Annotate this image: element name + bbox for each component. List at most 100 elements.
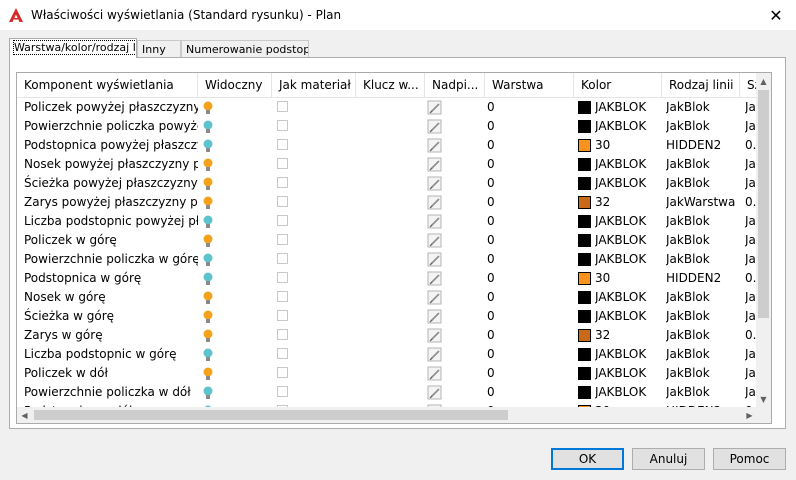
layer-value[interactable]: 0 [487, 193, 574, 212]
as-material-checkbox[interactable] [277, 120, 288, 131]
layer-value[interactable]: 0 [487, 98, 574, 117]
scroll-up-icon[interactable]: ▲ [756, 73, 771, 89]
color-value[interactable]: JAKBLOK [595, 212, 662, 231]
lightbulb-icon[interactable] [203, 272, 213, 286]
style-override-icon[interactable] [427, 366, 443, 381]
table-row[interactable]: Ścieżka w górę0JAKBLOKJakBlokJak [17, 307, 757, 326]
layer-value[interactable]: 0 [487, 231, 574, 250]
scroll-left-icon[interactable]: ◀ [17, 407, 32, 423]
style-override-icon[interactable] [427, 176, 443, 191]
style-override-icon[interactable] [427, 252, 443, 267]
layer-value[interactable]: 0 [487, 345, 574, 364]
table-row[interactable]: Podstopnica powyżej płaszczyzny przekroj… [17, 136, 757, 155]
layer-value[interactable]: 0 [487, 269, 574, 288]
header-col-as-material[interactable]: Jak materiał [272, 73, 356, 97]
horizontal-scroll-thumb[interactable] [34, 410, 508, 420]
table-row[interactable]: Ścieżka powyżej płaszczyzny przekroju 0 JA… [17, 174, 757, 193]
color-value[interactable]: 32 [595, 193, 662, 212]
style-override-icon[interactable] [427, 328, 443, 343]
color-swatch[interactable] [578, 196, 591, 209]
lightbulb-icon[interactable] [203, 139, 213, 153]
scroll-right-icon[interactable]: ▶ [742, 407, 757, 423]
color-swatch[interactable] [578, 386, 591, 399]
table-row[interactable]: Liczba podstopnic w górę 0 JAKBLOK JakBlok J… [17, 345, 757, 364]
linetype-value[interactable]: HIDDEN2 [666, 136, 740, 155]
linetype-value[interactable]: JakBlok [666, 174, 740, 193]
layer-value[interactable]: 0 [487, 383, 574, 402]
tab-other[interactable]: Inny [137, 40, 181, 58]
layer-value[interactable]: 0 [487, 326, 574, 345]
style-override-icon[interactable] [427, 233, 443, 248]
style-override-icon[interactable] [427, 214, 443, 229]
color-value[interactable]: 32 [595, 326, 662, 345]
linetype-value[interactable]: JakBlok [666, 326, 740, 345]
linetype-value[interactable]: JakBlok [666, 98, 740, 117]
table-row[interactable]: Policzek w górę0JAKBLOKJakBlokJak [17, 231, 757, 250]
header-col-layer[interactable]: Warstwa [485, 73, 574, 97]
layer-value[interactable]: 0 [487, 364, 574, 383]
as-material-checkbox[interactable] [277, 177, 288, 188]
as-material-checkbox[interactable] [277, 310, 288, 321]
style-override-icon[interactable] [427, 309, 443, 324]
linetype-value[interactable]: JakBlok [666, 288, 740, 307]
color-swatch[interactable] [578, 291, 591, 304]
help-button[interactable]: Pomoc [713, 448, 786, 470]
vertical-scrollbar[interactable]: ▲ ▼ [756, 73, 771, 407]
as-material-checkbox[interactable] [277, 386, 288, 397]
close-button[interactable]: ✕ [756, 0, 796, 30]
table-row[interactable]: Podstopnica w górę030HIDDEN20.1 [17, 269, 757, 288]
as-material-checkbox[interactable] [277, 329, 288, 340]
color-swatch[interactable] [578, 329, 591, 342]
vertical-scroll-thumb[interactable] [758, 90, 769, 318]
color-swatch[interactable] [578, 234, 591, 247]
table-row[interactable]: Policzek powyżej płaszczyzny przekroju 0 J… [17, 98, 757, 117]
color-swatch[interactable] [578, 177, 591, 190]
layer-value[interactable]: 0 [487, 136, 574, 155]
lightbulb-icon[interactable] [203, 348, 213, 362]
horizontal-scrollbar[interactable]: ◀ ▶ [17, 407, 757, 423]
style-override-icon[interactable] [427, 100, 443, 115]
color-value[interactable]: 30 [595, 136, 662, 155]
color-swatch[interactable] [578, 101, 591, 114]
color-swatch[interactable] [578, 139, 591, 152]
as-material-checkbox[interactable] [277, 196, 288, 207]
linetype-value[interactable]: JakBlok [666, 155, 740, 174]
header-col-component[interactable]: Komponent wyświetlania [17, 73, 198, 97]
lightbulb-icon[interactable] [203, 215, 213, 229]
header-col-visible[interactable]: Widoczny [198, 73, 272, 97]
linetype-value[interactable]: HIDDEN2 [666, 269, 740, 288]
layer-value[interactable]: 0 [487, 155, 574, 174]
table-row[interactable]: Powierzchnie policzka w górę 0 JAKBLOK JakB… [17, 250, 757, 269]
color-value[interactable]: JAKBLOK [595, 155, 662, 174]
header-col-linetype[interactable]: Rodzaj linii [662, 73, 740, 97]
linetype-value[interactable]: JakWarstwa [666, 193, 740, 212]
as-material-checkbox[interactable] [277, 234, 288, 245]
table-row[interactable]: Nosek powyżej płaszczyzny przekroju 0 JAKB… [17, 155, 757, 174]
linetype-value[interactable]: JakBlok [666, 117, 740, 136]
color-swatch[interactable] [578, 367, 591, 380]
color-swatch[interactable] [578, 158, 591, 171]
linetype-value[interactable]: JakBlok [666, 364, 740, 383]
as-material-checkbox[interactable] [277, 348, 288, 359]
lightbulb-icon[interactable] [203, 234, 213, 248]
linetype-value[interactable]: JakBlok [666, 383, 740, 402]
style-override-icon[interactable] [427, 157, 443, 172]
table-row[interactable]: Liczba podstopnic powyżej płaszczyzny pr… [17, 212, 757, 231]
color-value[interactable]: JAKBLOK [595, 383, 662, 402]
table-row[interactable]: Zarys powyżej płaszczyzny przekroju 0 32Ja… [17, 193, 757, 212]
linetype-value[interactable]: JakBlok [666, 212, 740, 231]
lightbulb-icon[interactable] [203, 196, 213, 210]
ok-button[interactable]: OK [551, 448, 624, 470]
lightbulb-icon[interactable] [203, 329, 213, 343]
color-value[interactable]: JAKBLOK [595, 117, 662, 136]
lightbulb-icon[interactable] [203, 120, 213, 134]
linetype-value[interactable]: JakBlok [666, 250, 740, 269]
scroll-down-icon[interactable]: ▼ [756, 391, 771, 407]
color-value[interactable]: 30 [595, 269, 662, 288]
color-value[interactable]: JAKBLOK [595, 288, 662, 307]
style-override-icon[interactable] [427, 347, 443, 362]
tab-layer-color-linetype[interactable]: Warstwa/kolor/rodzaj linii [9, 38, 137, 58]
color-swatch[interactable] [578, 310, 591, 323]
header-col-override[interactable]: Nadpi... [425, 73, 485, 97]
color-value[interactable]: JAKBLOK [595, 307, 662, 326]
